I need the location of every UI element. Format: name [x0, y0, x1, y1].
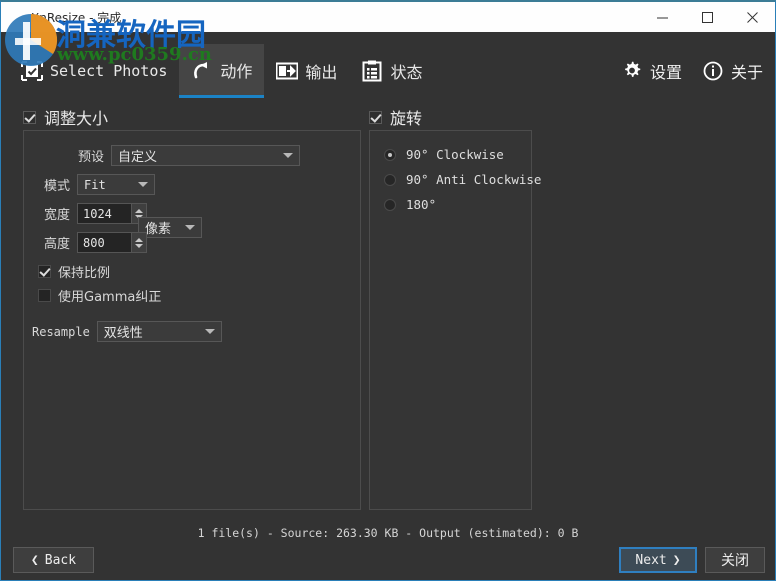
spinner-up-icon[interactable]: [135, 208, 143, 213]
gamma-row[interactable]: 使用Gamma纠正: [38, 286, 161, 305]
spinner-up-icon[interactable]: [135, 237, 143, 242]
resize-group-title: 调整大小: [44, 109, 109, 128]
resample-select[interactable]: 双线性: [96, 321, 222, 342]
keep-ratio-row[interactable]: 保持比例: [38, 262, 110, 281]
unit-row: 像素: [138, 217, 202, 238]
chevron-down-icon: [185, 225, 195, 230]
height-label: 高度: [43, 237, 70, 252]
chevron-down-icon: [138, 182, 148, 187]
radio-90-clockwise[interactable]: [384, 148, 396, 161]
resample-label: Resample: [32, 324, 90, 339]
tab-select-photos[interactable]: Select Photos: [9, 44, 179, 98]
preset-label: 预设: [77, 150, 104, 165]
rotate-option-180[interactable]: 180°: [384, 197, 436, 212]
mode-value: Fit: [84, 177, 106, 192]
tab-select-photos-label: Select Photos: [50, 62, 168, 80]
chevron-down-icon: [204, 329, 215, 334]
keep-ratio-label: 保持比例: [58, 266, 111, 281]
radio-180[interactable]: [384, 198, 396, 211]
gamma-checkbox[interactable]: [38, 289, 51, 302]
rotate-group-box: 90° Clockwise 90° Anti Clockwise 180°: [369, 130, 541, 510]
rotate-option-ccw-label: 90° Anti Clockwise: [406, 172, 542, 187]
unit-value: 像素: [145, 222, 172, 237]
tab-action[interactable]: 动作: [179, 44, 265, 98]
width-label: 宽度: [43, 208, 70, 223]
settings-label: 设置: [649, 63, 682, 82]
footer-bar: ❮ Back Next ❯ 关闭: [1, 543, 775, 580]
back-button[interactable]: ❮ Back: [13, 547, 94, 573]
width-input[interactable]: 1024: [77, 203, 131, 224]
rotate-group: 旋转 90° Clockwise 90° Anti Clockwise 180°: [369, 107, 541, 510]
tab-action-label: 动作: [220, 61, 253, 81]
toolbar-actions: 设置 关于: [621, 44, 763, 98]
width-spinner[interactable]: 1024: [77, 203, 147, 224]
resample-row: Resample 双线性: [32, 321, 222, 342]
tab-bar: Select Photos 动作 输出 状态: [9, 44, 434, 98]
rotate-enable-checkbox[interactable]: [369, 110, 382, 124]
back-button-label: Back: [44, 552, 77, 568]
chevron-down-icon: [283, 153, 293, 158]
rotate-option-180-label: 180°: [406, 197, 437, 212]
height-spinner[interactable]: 800: [77, 232, 147, 253]
tab-output-label: 输出: [305, 63, 338, 82]
rotate-option-cw-label: 90° Clockwise: [406, 147, 504, 162]
rotate-group-title: 旋转: [390, 109, 423, 128]
radio-90-anti-clockwise[interactable]: [384, 173, 396, 186]
chevron-left-icon: ❮: [30, 552, 39, 568]
tab-status-label: 状态: [390, 63, 423, 82]
select-photos-icon: [21, 60, 43, 82]
preset-row: 预设 自定义: [54, 145, 300, 166]
output-export-icon: [276, 60, 299, 82]
keep-ratio-checkbox[interactable]: [38, 265, 51, 278]
status-bar: 1 file(s) - Source: 263.30 KB - Output (…: [197, 526, 579, 540]
mode-select[interactable]: Fit: [77, 174, 155, 195]
close-dialog-label: 关闭: [721, 553, 749, 569]
tab-status[interactable]: 状态: [349, 44, 434, 98]
preset-value: 自定义: [118, 150, 158, 165]
rotate-group-header: 旋转: [369, 107, 532, 128]
resize-group-header: 调整大小: [23, 107, 361, 128]
height-row: 高度 800: [36, 232, 147, 253]
chevron-right-icon: ❯: [672, 552, 681, 568]
mode-row: 模式 Fit: [36, 174, 155, 195]
preset-select[interactable]: 自定义: [111, 145, 300, 166]
resize-group-box: 预设 自定义 模式 Fit 宽度 1024 像素 高度 800 保持比例 使用G…: [23, 130, 361, 510]
minimize-button[interactable]: [640, 2, 685, 32]
title-bar: XnResize - 完成: [1, 2, 775, 32]
next-button[interactable]: Next ❯: [619, 547, 697, 573]
window-title: XnResize - 完成: [31, 10, 122, 25]
tab-output[interactable]: 输出: [264, 44, 349, 98]
status-list-icon: [361, 60, 383, 82]
spinner-down-icon[interactable]: [135, 243, 143, 248]
mode-label: 模式: [43, 179, 70, 194]
rotate-option-cw[interactable]: 90° Clockwise: [384, 147, 504, 162]
height-spinner-buttons[interactable]: [131, 232, 147, 253]
width-row: 宽度 1024: [36, 203, 147, 224]
about-button[interactable]: 关于: [702, 59, 763, 83]
action-rotate-icon: [191, 59, 213, 81]
main-toolbar: Select Photos 动作 输出 状态 设置 关于: [1, 32, 775, 98]
next-button-label: Next: [635, 552, 667, 568]
settings-button[interactable]: 设置: [621, 59, 682, 83]
about-label: 关于: [730, 63, 763, 82]
close-button[interactable]: [730, 2, 775, 32]
window-controls: [640, 2, 775, 32]
resample-value: 双线性: [103, 326, 143, 341]
info-icon: [702, 60, 724, 82]
content-area: 调整大小 预设 自定义 模式 Fit 宽度 1024 像素 高度 800 保持比…: [1, 98, 775, 523]
resize-enable-checkbox[interactable]: [23, 110, 36, 124]
unit-select[interactable]: 像素: [138, 217, 202, 238]
gamma-label: 使用Gamma纠正: [58, 290, 162, 305]
close-dialog-button[interactable]: 关闭: [705, 547, 765, 573]
gear-icon: [621, 60, 643, 82]
maximize-button[interactable]: [685, 2, 730, 32]
xnresize-window: XnResize - 完成 洞兼软件园 www.pc0359.cn Select…: [0, 0, 776, 581]
rotate-option-ccw[interactable]: 90° Anti Clockwise: [384, 172, 541, 187]
resize-group: 调整大小 预设 自定义 模式 Fit 宽度 1024 像素 高度 800 保持比…: [23, 107, 361, 510]
height-input[interactable]: 800: [77, 232, 131, 253]
